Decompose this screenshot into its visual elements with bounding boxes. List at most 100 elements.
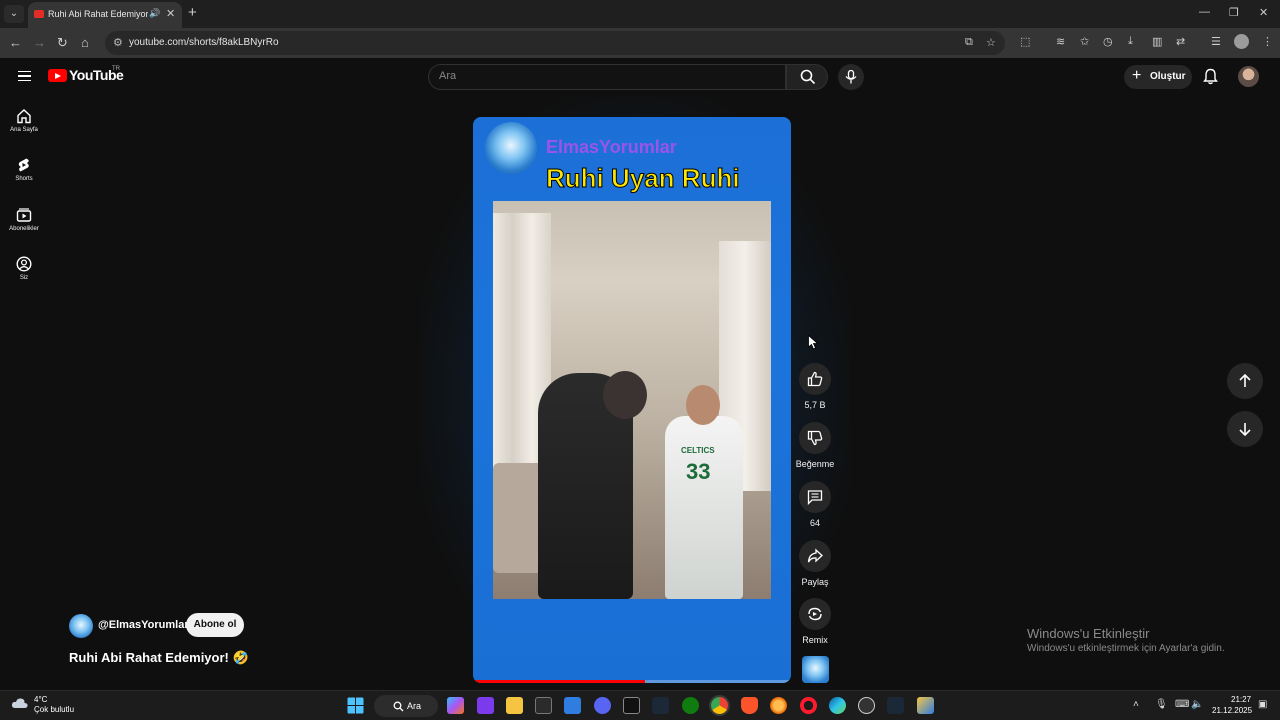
- tab-close-icon[interactable]: ✕: [166, 7, 175, 20]
- address-url[interactable]: youtube.com/shorts/f8akLBNyrRo: [129, 37, 279, 48]
- reading-mode-icon[interactable]: ≋: [1056, 35, 1065, 48]
- arrow-up-icon: [1239, 373, 1251, 387]
- short-title[interactable]: Ruhi Abi Rahat Edemiyor! 🤣: [69, 650, 249, 666]
- diamond-logo-icon: [485, 122, 537, 174]
- discord-icon[interactable]: [594, 697, 611, 714]
- copilot-icon[interactable]: [447, 697, 464, 714]
- channel-thumbnail[interactable]: [802, 656, 829, 683]
- jersey-number: 33: [686, 459, 711, 484]
- clock-date[interactable]: 21.12.2025: [1212, 706, 1252, 715]
- notifications-bell-icon[interactable]: [1203, 68, 1218, 85]
- new-tab-button[interactable]: +: [188, 4, 197, 21]
- xbox-icon[interactable]: [682, 697, 699, 714]
- mail-icon[interactable]: [564, 697, 581, 714]
- channel-avatar[interactable]: [69, 614, 93, 638]
- app-purple-icon[interactable]: [477, 697, 494, 714]
- like-button[interactable]: [799, 363, 831, 395]
- minimize-icon[interactable]: —: [1199, 6, 1210, 18]
- volume-icon[interactable]: 🔈: [1191, 699, 1203, 710]
- youtube-logo-icon[interactable]: [48, 69, 67, 82]
- steam-icon[interactable]: [652, 697, 669, 714]
- thumbs-down-icon: [807, 430, 823, 446]
- translate-icon[interactable]: ⇄: [1176, 35, 1185, 48]
- share-action[interactable]: Paylaş: [795, 540, 835, 587]
- share-button[interactable]: [799, 540, 831, 572]
- shorts-video-player[interactable]: ElmasYorumlar Ruhi Uyan Ruhi CELTICS 33: [473, 117, 791, 683]
- chrome-icon[interactable]: [711, 697, 728, 714]
- network-icon[interactable]: ⌨: [1175, 699, 1189, 710]
- tab-search-button[interactable]: ⌄: [4, 5, 24, 23]
- reload-icon[interactable]: ↻: [57, 35, 68, 51]
- remix-action[interactable]: Remix: [795, 598, 835, 645]
- edge-icon[interactable]: [829, 697, 846, 714]
- taskbar-search[interactable]: Ara: [374, 695, 438, 717]
- like-action[interactable]: 5,7 B: [795, 363, 835, 410]
- browser-tab-active[interactable]: Ruhi Abi Rahat Edemiyor! 🤣 🔊 ✕: [28, 2, 182, 28]
- windows-start-icon[interactable]: [347, 697, 364, 714]
- you-icon: [16, 256, 32, 272]
- opera-icon[interactable]: [800, 697, 817, 714]
- guide-item-you[interactable]: Siz: [0, 256, 48, 281]
- channel-handle[interactable]: @ElmasYorumlar: [98, 619, 189, 631]
- user-avatar[interactable]: [1238, 66, 1259, 87]
- forward-icon[interactable]: →: [33, 35, 46, 50]
- clock-time[interactable]: 21:27: [1231, 695, 1251, 704]
- tab-audio-icon[interactable]: 🔊: [149, 8, 160, 19]
- restore-icon[interactable]: ❐: [1229, 6, 1239, 19]
- downloads-icon[interactable]: ⤓: [1128, 35, 1133, 48]
- taskbar-search-label: Ara: [407, 701, 422, 711]
- cloud-weather-icon[interactable]: [11, 696, 29, 710]
- settings-app-icon[interactable]: [858, 697, 875, 714]
- file-explorer-icon[interactable]: [506, 697, 523, 714]
- window-close-icon[interactable]: ✕: [1259, 6, 1268, 19]
- comments-action[interactable]: 64: [795, 481, 835, 528]
- thumbs-up-icon: [807, 371, 823, 387]
- site-info-icon[interactable]: ⚙: [113, 36, 123, 49]
- guide-menu-icon[interactable]: [18, 71, 31, 81]
- video-progress-bar[interactable]: [473, 680, 791, 683]
- back-icon[interactable]: ←: [9, 35, 22, 50]
- tray-microphone-icon[interactable]: 🎙: [1155, 699, 1168, 710]
- guide-item-shorts[interactable]: Shorts: [0, 157, 48, 182]
- extensions-icon[interactable]: ⬚: [1020, 35, 1030, 48]
- comments-button[interactable]: [799, 481, 831, 513]
- home-button-icon[interactable]: ⌂: [81, 35, 89, 50]
- history-icon[interactable]: ◷: [1103, 35, 1113, 48]
- epic-games-icon[interactable]: [623, 697, 640, 714]
- dislike-label: Beğenme: [795, 459, 835, 469]
- jersey-text: CELTICS: [681, 446, 715, 455]
- remix-button[interactable]: [799, 598, 831, 630]
- dislike-button[interactable]: [799, 422, 831, 454]
- next-short-button[interactable]: [1227, 411, 1263, 447]
- weather-description[interactable]: Çok bulutlu: [34, 705, 74, 714]
- search-button[interactable]: [786, 64, 828, 90]
- guide-item-home[interactable]: Ana Sayfa: [0, 108, 48, 133]
- brave-icon[interactable]: [741, 697, 758, 714]
- dislike-action[interactable]: Beğenme: [795, 422, 835, 469]
- delete-data-icon[interactable]: ▥: [1152, 35, 1162, 48]
- browser-menu-icon[interactable]: ⋮: [1262, 35, 1273, 48]
- app-launcher-icon[interactable]: [917, 697, 934, 714]
- browser-profile-icon[interactable]: [1234, 34, 1249, 49]
- firefox-icon[interactable]: [770, 697, 787, 714]
- search-icon: [800, 69, 816, 85]
- store-icon[interactable]: [535, 697, 552, 714]
- previous-short-button[interactable]: [1227, 363, 1263, 399]
- tray-overflow-icon[interactable]: ˄: [1133, 699, 1139, 710]
- browser-toolbar: ← → ↻ ⌂ ⚙ youtube.com/shorts/f8akLBNyrRo…: [0, 28, 1280, 58]
- subscribe-button[interactable]: Abone ol: [186, 613, 244, 637]
- voice-search-button[interactable]: [838, 64, 864, 90]
- like-count: 5,7 B: [804, 400, 826, 410]
- steam-secondary-icon[interactable]: [887, 697, 904, 714]
- search-box[interactable]: [428, 64, 786, 90]
- favorites-icon[interactable]: ✩: [1080, 35, 1089, 48]
- create-button[interactable]: + Oluştur: [1124, 65, 1192, 89]
- weather-temperature[interactable]: 4°C: [34, 695, 47, 704]
- bookmark-star-icon[interactable]: ☆: [986, 36, 996, 49]
- install-app-icon[interactable]: ⧉: [965, 36, 973, 49]
- search-input[interactable]: [439, 70, 769, 82]
- media-controls-icon[interactable]: ☰: [1211, 35, 1221, 48]
- address-bar[interactable]: ⚙ youtube.com/shorts/f8akLBNyrRo ⧉ ☆: [105, 31, 1005, 55]
- notification-center-icon[interactable]: ▣: [1258, 699, 1267, 710]
- guide-item-subscriptions[interactable]: Abonelikler: [0, 207, 48, 232]
